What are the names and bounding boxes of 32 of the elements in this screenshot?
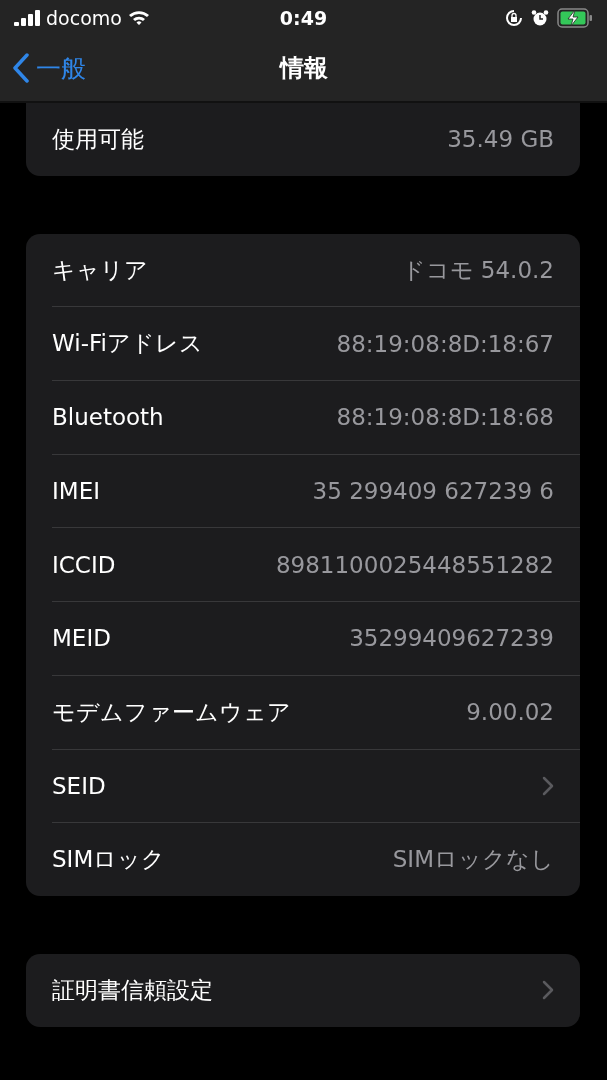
battery-charging-icon	[557, 7, 593, 28]
row-label: 使用可能	[52, 124, 144, 154]
row-label: キャリア	[52, 255, 148, 285]
row-value: 35.49 GB	[447, 126, 554, 153]
row-label: Wi-Fiアドレス	[52, 329, 203, 359]
chevron-right-icon	[542, 775, 554, 796]
settings-link-row[interactable]: 証明書信頼設定	[52, 953, 580, 1027]
status-time: 0:49	[279, 6, 328, 29]
chevron-right-icon	[542, 980, 554, 1001]
row-value: SIMロックなし	[392, 845, 554, 875]
back-button[interactable]: 一般	[12, 51, 86, 85]
row-value: 35 299409 627239 6	[312, 478, 554, 505]
wifi-icon	[127, 9, 150, 26]
carrier-name: docomo	[46, 6, 122, 29]
row-value: 88:19:08:8D:18:67	[336, 330, 554, 357]
signal-icon	[14, 9, 40, 26]
row-label: IMEI	[52, 478, 100, 505]
row-label: モデムファームウェア	[52, 697, 291, 727]
page-title: 情報	[279, 53, 328, 84]
rotation-lock-icon	[505, 8, 523, 27]
row-label: Bluetooth	[52, 404, 164, 431]
row-value: 8981100025448551282	[275, 551, 554, 578]
row-value: 35299409627239	[349, 625, 554, 652]
alarm-clock-icon	[531, 8, 549, 27]
settings-link-row[interactable]: SEID	[52, 748, 580, 823]
row-label: SIMロック	[52, 845, 166, 875]
chevron-left-icon	[12, 53, 30, 83]
row-value: ドコモ 54.0.2	[401, 255, 554, 285]
row-label: MEID	[52, 625, 111, 652]
row-value: 88:19:08:8D:18:68	[336, 404, 554, 431]
row-label: ICCID	[52, 551, 116, 578]
row-value: 9.00.02	[466, 699, 554, 726]
